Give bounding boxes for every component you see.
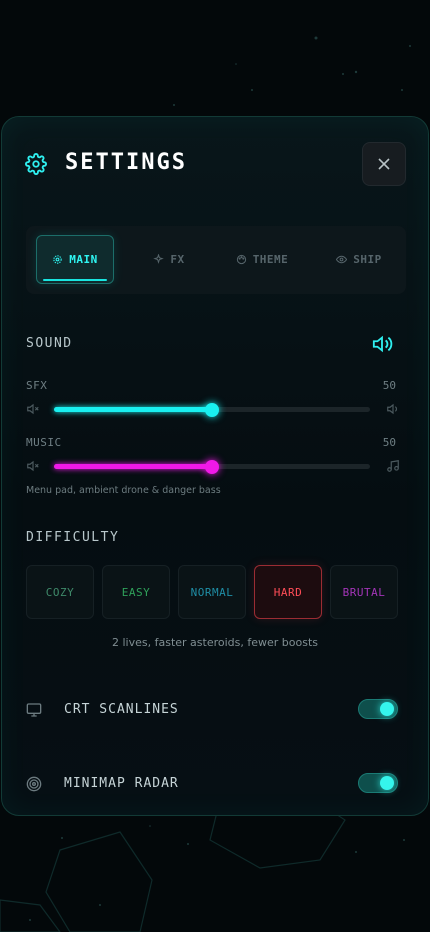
volume-icon <box>387 403 398 415</box>
eye-icon <box>336 255 348 264</box>
toggle-crt-scanlines: CRT SCANLINES <box>26 697 400 723</box>
radar-icon <box>26 776 42 792</box>
toggle-label: CRT SCANLINES <box>64 702 179 717</box>
difficulty-hard-button[interactable]: HARD <box>254 565 322 619</box>
difficulty-normal-button[interactable]: NORMAL <box>178 565 246 619</box>
tab-main[interactable]: MAIN <box>36 235 114 284</box>
difficulty-description: 2 lives, faster asteroids, fewer boosts <box>111 636 319 649</box>
difficulty-section-title: DIFFICULTY <box>26 530 120 545</box>
toggle-minimap-radar: MINIMAP RADAR <box>26 771 400 797</box>
music-slider-fill <box>54 464 212 469</box>
sound-section-title: SOUND <box>26 336 73 351</box>
sound-hint: Menu pad, ambient drone & danger bass <box>26 485 221 496</box>
gear-icon <box>25 153 47 175</box>
crt-scanlines-switch[interactable] <box>358 699 398 719</box>
music-label: MUSIC <box>26 436 62 449</box>
sfx-slider[interactable] <box>54 403 370 417</box>
difficulty-brutal-button[interactable]: BRUTAL <box>330 565 398 619</box>
settings-tabs: MAIN FX THEME SHIP <box>26 226 406 294</box>
settings-panel: SETTINGS MAIN FX THEME SHIP SOUND SFX 50 <box>1 116 429 816</box>
sfx-label: SFX <box>26 379 48 392</box>
palette-icon <box>236 254 246 265</box>
music-slider-row <box>26 457 400 475</box>
close-icon <box>378 158 390 170</box>
difficulty-cozy-button[interactable]: COZY <box>26 565 94 619</box>
tab-theme[interactable]: THEME <box>222 235 302 284</box>
speaker-icon[interactable] <box>371 334 393 354</box>
switch-knob <box>380 776 394 790</box>
tab-label: FX <box>170 253 185 266</box>
sparkle-icon <box>153 254 165 264</box>
minimap-radar-switch[interactable] <box>358 773 398 793</box>
difficulty-selector: COZY EASY NORMAL HARD BRUTAL <box>26 565 406 619</box>
page-title: SETTINGS <box>65 150 187 175</box>
difficulty-easy-button[interactable]: EASY <box>102 565 170 619</box>
sfx-value: 50 <box>382 379 396 392</box>
music-note-icon <box>387 460 399 472</box>
close-button[interactable] <box>362 142 406 186</box>
tab-label: SHIP <box>353 253 382 266</box>
tab-ship[interactable]: SHIP <box>322 235 396 284</box>
sfx-slider-thumb[interactable] <box>205 403 219 417</box>
tab-fx[interactable]: FX <box>134 235 204 284</box>
mute-icon <box>27 460 39 472</box>
music-slider-thumb[interactable] <box>205 460 219 474</box>
monitor-icon <box>26 703 42 717</box>
toggle-label: MINIMAP RADAR <box>64 776 179 791</box>
music-slider[interactable] <box>54 460 370 474</box>
tab-label: THEME <box>252 253 289 266</box>
sfx-slider-row <box>26 400 400 418</box>
music-value: 50 <box>382 436 396 449</box>
tab-label: MAIN <box>69 253 98 266</box>
settings-header: SETTINGS <box>2 117 428 213</box>
gear-icon <box>53 255 62 264</box>
switch-knob <box>380 702 394 716</box>
mute-icon <box>27 403 39 415</box>
sfx-slider-fill <box>54 407 212 412</box>
